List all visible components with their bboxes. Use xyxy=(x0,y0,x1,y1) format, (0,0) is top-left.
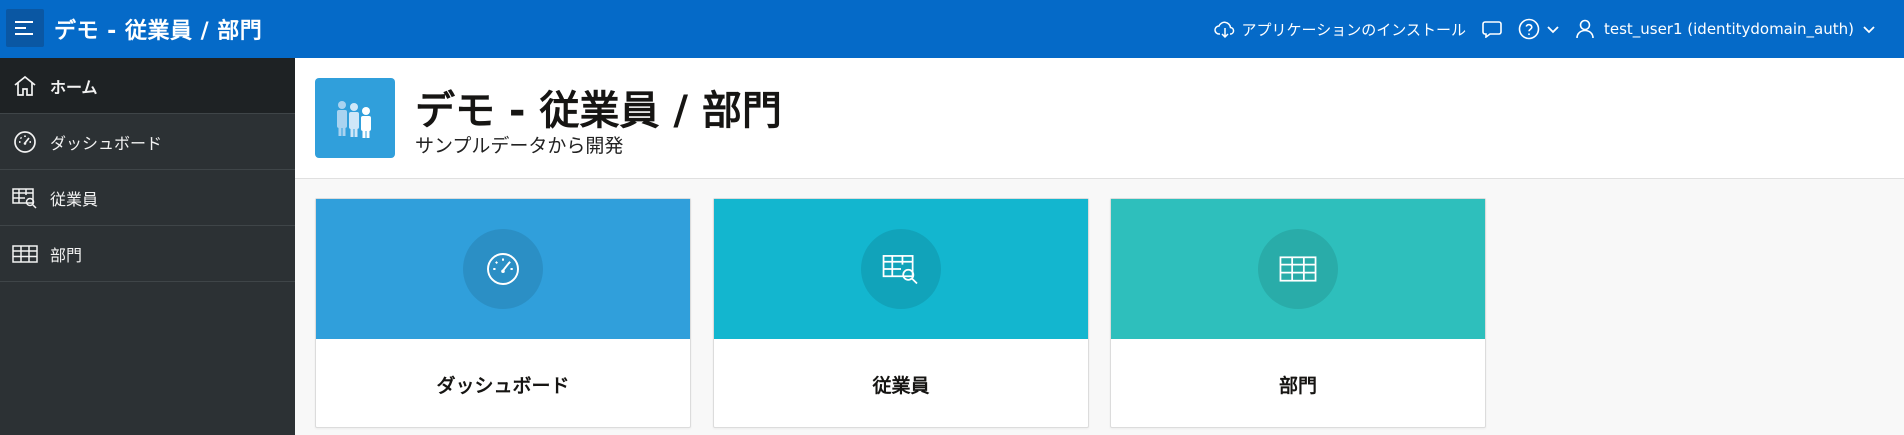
card-banner xyxy=(1111,199,1485,339)
sidebar-item-label: 従業員 xyxy=(50,189,99,209)
sidebar-item-employees[interactable]: 従業員 xyxy=(0,170,295,226)
nav-bar-right: アプリケーションのインストール test_user1 (identitydoma… xyxy=(1206,0,1884,58)
side-navigation: ホーム ダッシュボード 従業員 部門 xyxy=(0,58,295,435)
table-search-icon xyxy=(0,187,50,209)
people-group-icon xyxy=(315,78,395,158)
chat-bubble-icon xyxy=(1482,21,1502,38)
card-icon-circle xyxy=(1258,229,1338,309)
table-grid-icon xyxy=(0,244,50,264)
dashboard-gauge-icon xyxy=(0,130,50,154)
card-title: 従業員 xyxy=(872,375,930,397)
card-title: 部門 xyxy=(1278,375,1317,397)
table-grid-icon xyxy=(1279,256,1317,282)
sidebar-item-dashboard[interactable]: ダッシュボード xyxy=(0,114,295,170)
sidebar-item-label: ホーム xyxy=(50,77,98,97)
sidebar-item-departments[interactable]: 部門 xyxy=(0,226,295,282)
feedback-button[interactable] xyxy=(1474,0,1510,58)
home-icon xyxy=(0,75,50,97)
install-app-label: アプリケーションのインストール xyxy=(1241,20,1466,39)
menu-toggle-button[interactable] xyxy=(6,9,44,47)
install-app-link[interactable]: アプリケーションのインストール xyxy=(1206,0,1474,58)
help-question-icon xyxy=(1518,18,1540,40)
card-departments[interactable]: 部門 xyxy=(1110,198,1486,428)
card-banner xyxy=(714,199,1088,339)
dashboard-gauge-icon xyxy=(487,253,519,285)
sidebar-item-label: 部門 xyxy=(50,245,83,265)
app-title[interactable]: デモ - 従業員 / 部門 xyxy=(54,13,262,45)
card-banner xyxy=(316,199,690,339)
card-title: ダッシュボード xyxy=(436,375,570,397)
user-name-label: test_user1 (identitydomain_auth) xyxy=(1603,20,1854,38)
chevron-down-icon xyxy=(1863,26,1875,34)
chevron-down-icon xyxy=(1547,26,1559,34)
card-icon-circle xyxy=(463,229,543,309)
page-header: デモ - 従業員 / 部門 サンプルデータから開発 xyxy=(295,58,1904,179)
hamburger-icon xyxy=(15,21,33,35)
card-icon-circle xyxy=(861,229,941,309)
user-icon xyxy=(1576,19,1594,39)
card-employees[interactable]: 従業員 xyxy=(713,198,1089,428)
card-dashboard[interactable]: ダッシュボード xyxy=(315,198,691,428)
cloud-download-icon xyxy=(1213,21,1234,38)
sidebar-item-label: ダッシュボード xyxy=(50,133,163,153)
table-search-icon xyxy=(882,255,918,285)
user-menu-button[interactable]: test_user1 (identitydomain_auth) xyxy=(1568,0,1884,58)
page-title: デモ - 従業員 / 部門 xyxy=(415,88,782,134)
page-subtitle: サンプルデータから開発 xyxy=(415,135,624,157)
top-header: デモ - 従業員 / 部門 アプリケーションのインストール test_user1… xyxy=(0,0,1904,58)
sidebar-item-home[interactable]: ホーム xyxy=(0,58,295,114)
help-menu-button[interactable] xyxy=(1510,0,1568,58)
